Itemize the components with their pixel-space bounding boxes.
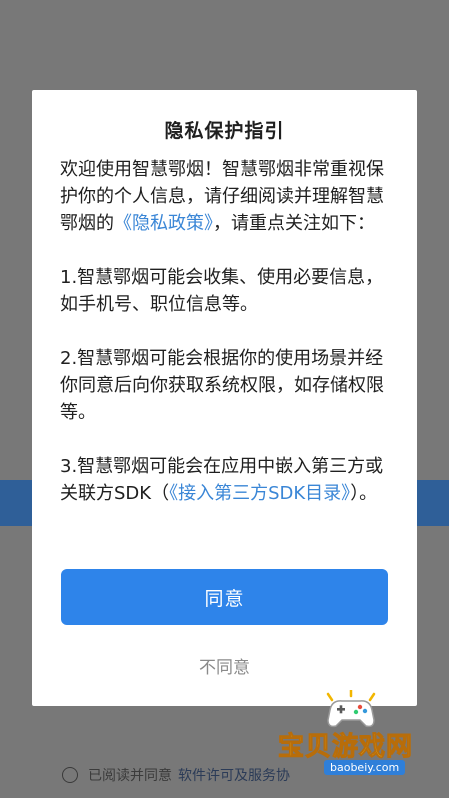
dialog-title: 隐私保护指引 [164,120,285,142]
dialog-content: 欢迎使用智慧鄂烟！智慧鄂烟非常重视保护你的个人信息，请仔细阅读并理解智慧鄂烟的《… [60,156,396,534]
intro-text-end: ，请重点关注如下： [213,213,375,234]
item-3: 3.智慧鄂烟可能会在应用中嵌入第三方或关联方SDK（《接入第三方SDK目录》）。 [60,453,396,507]
item-2: 2.智慧鄂烟可能会根据你的使用场景并经你同意后向你获取系统权限，如存储权限等。 [60,348,384,423]
item-3-text-end: ）。 [350,483,378,504]
gamepad-icon [326,690,376,728]
consent-link[interactable]: 软件许可及服务协 [178,765,290,785]
consent-text: 已阅读并同意 [88,768,172,784]
item-1: 1.智慧鄂烟可能会收集、使用必要信息，如手机号、职位信息等。 [60,267,384,315]
agree-button[interactable]: 同意 [61,569,388,625]
sdk-list-link[interactable]: 《接入第三方SDK目录》 [169,483,350,504]
watermark-url: baobeiy.com [324,760,406,775]
intro-paragraph: 欢迎使用智慧鄂烟！智慧鄂烟非常重视保护你的个人信息，请仔细阅读并理解智慧鄂烟的《… [60,156,396,237]
watermark-logo: 宝贝游戏网 baobeiy.com [276,688,444,778]
privacy-policy-link[interactable]: 《隐私政策》 [114,213,213,234]
disagree-button[interactable]: 不同意 [32,653,417,678]
watermark-brand: 宝贝游戏网 [277,732,414,763]
privacy-dialog: 隐私保护指引 欢迎使用智慧鄂烟！智慧鄂烟非常重视保护你的个人信息，请仔细阅读并理… [32,90,417,706]
consent-radio[interactable] [62,767,78,783]
